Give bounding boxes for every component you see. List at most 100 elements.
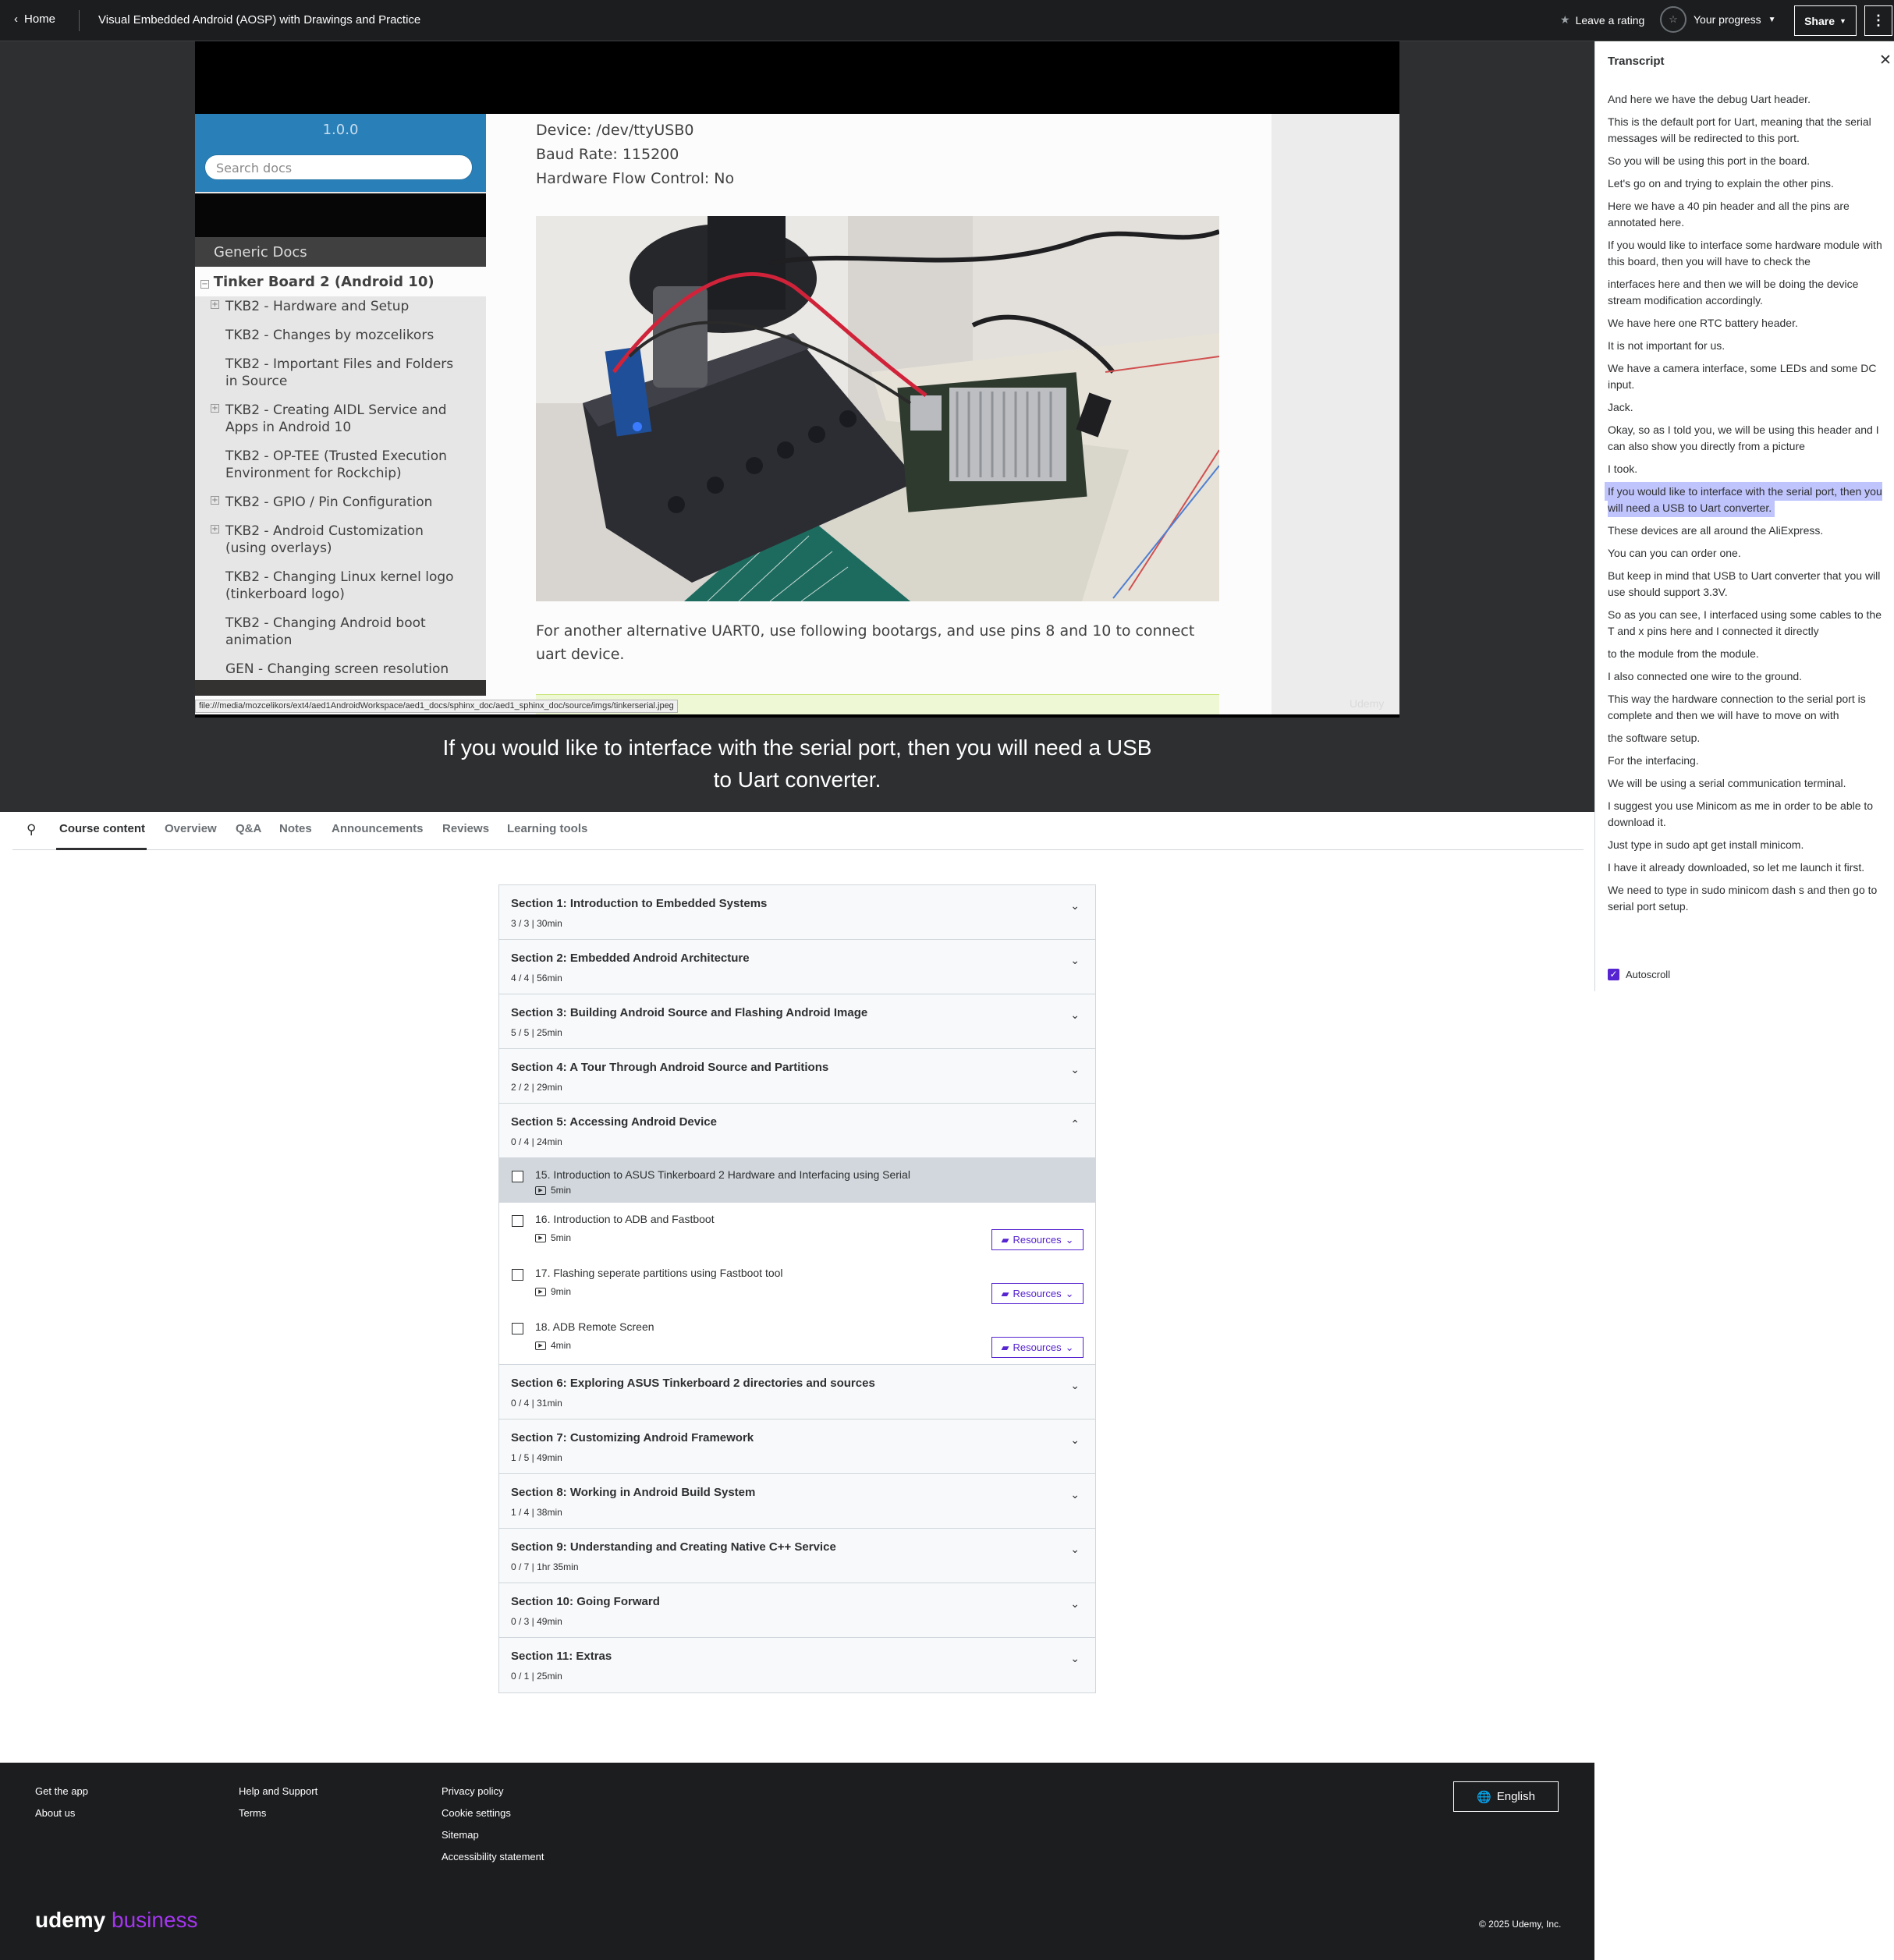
tab-announcements[interactable]: Announcements bbox=[332, 822, 424, 835]
tab-course-content[interactable]: Course content bbox=[59, 822, 145, 835]
tab-learning-tools[interactable]: Learning tools bbox=[507, 822, 587, 835]
resources-button[interactable]: ▰ Resources ⌄ bbox=[991, 1229, 1084, 1250]
more-options-button[interactable]: ⋮ bbox=[1864, 5, 1892, 36]
transcript-lines: And here we have the debug Uart header. T… bbox=[1608, 91, 1885, 921]
footer-link[interactable]: About us bbox=[35, 1807, 88, 1819]
section-header[interactable]: Section 10: Going Forward 0 / 3 | 49min ⌄ bbox=[499, 1583, 1095, 1638]
section-header[interactable]: Section 2: Embedded Android Architecture… bbox=[499, 940, 1095, 994]
lecture-checkbox[interactable] bbox=[512, 1269, 523, 1281]
transcript-line[interactable]: Jack. bbox=[1608, 399, 1885, 416]
lecture-item[interactable]: 18. ADB Remote Screen ▶ 4min ▰ Resources ⌄ bbox=[499, 1310, 1095, 1364]
hardware-photo bbox=[536, 216, 1219, 601]
footer-link[interactable]: Terms bbox=[239, 1807, 317, 1819]
docs-nav-item: + TKB2 - Hardware and Setup bbox=[195, 298, 486, 315]
folder-icon: ▰ bbox=[1001, 1341, 1009, 1353]
section-header[interactable]: Section 4: A Tour Through Android Source… bbox=[499, 1049, 1095, 1104]
resources-button[interactable]: ▰ Resources ⌄ bbox=[991, 1337, 1084, 1358]
section-header[interactable]: Section 5: Accessing Android Device 0 / 4… bbox=[499, 1104, 1095, 1158]
search-icon[interactable]: ⚲ bbox=[27, 822, 36, 838]
transcript-line[interactable]: For the interfacing. bbox=[1608, 753, 1885, 769]
rating-label: Leave a rating bbox=[1575, 13, 1645, 27]
language-button[interactable]: 🌐 English bbox=[1453, 1781, 1559, 1812]
footer-link[interactable]: Privacy policy bbox=[442, 1785, 544, 1797]
transcript-line[interactable]: I also connected one wire to the ground. bbox=[1608, 668, 1885, 685]
course-tabs: ⚲ Course content Overview Q&A Notes Anno… bbox=[12, 812, 1584, 850]
tab-qa[interactable]: Q&A bbox=[236, 822, 261, 835]
footer-link[interactable]: Get the app bbox=[35, 1785, 88, 1797]
transcript-line[interactable]: Okay, so as I told you, we will be using… bbox=[1608, 422, 1885, 455]
footer-link[interactable]: Accessibility statement bbox=[442, 1851, 544, 1863]
chevron-down-icon: ⌄ bbox=[1070, 1652, 1080, 1664]
transcript-line[interactable]: If you would like to interface with the … bbox=[1608, 484, 1885, 516]
transcript-line-text: I suggest you use Minicom as me in order… bbox=[1608, 799, 1874, 828]
transcript-line[interactable]: I suggest you use Minicom as me in order… bbox=[1608, 798, 1885, 831]
chevron-up-icon: ⌃ bbox=[1070, 1118, 1080, 1130]
footer-link[interactable]: Sitemap bbox=[442, 1829, 544, 1841]
footer-link[interactable]: Help and Support bbox=[239, 1785, 317, 1797]
leave-rating-button[interactable]: ★ Leave a rating bbox=[1560, 13, 1644, 27]
transcript-line[interactable]: We have here one RTC battery header. bbox=[1608, 315, 1885, 331]
transcript-line[interactable]: This way the hardware connection to the … bbox=[1608, 691, 1885, 724]
tab-overview[interactable]: Overview bbox=[165, 822, 217, 835]
transcript-line[interactable]: So as you can see, I interfaced using so… bbox=[1608, 607, 1885, 640]
footer-link[interactable]: Cookie settings bbox=[442, 1807, 544, 1819]
transcript-line[interactable]: So you will be using this port in the bo… bbox=[1608, 153, 1885, 169]
transcript-line[interactable]: Let's go on and trying to explain the ot… bbox=[1608, 175, 1885, 192]
section-meta: 1 / 5 | 49min bbox=[511, 1452, 562, 1463]
progress-button[interactable]: ☆ Your progress ▼ bbox=[1660, 6, 1776, 33]
course-title[interactable]: Visual Embedded Android (AOSP) with Draw… bbox=[98, 13, 420, 27]
autoscroll-toggle[interactable]: ✓ Autoscroll bbox=[1608, 969, 1670, 980]
logo-sub: business bbox=[112, 1908, 198, 1932]
lecture-checkbox[interactable] bbox=[512, 1215, 523, 1227]
transcript-line[interactable]: We will be using a serial communication … bbox=[1608, 775, 1885, 792]
section-header[interactable]: Section 1: Introduction to Embedded Syst… bbox=[499, 885, 1095, 940]
lecture-item[interactable]: 17. Flashing seperate partitions using F… bbox=[499, 1256, 1095, 1310]
transcript-line[interactable]: We have a camera interface, some LEDs an… bbox=[1608, 360, 1885, 393]
transcript-line-text: I took. bbox=[1608, 463, 1638, 475]
footer-column-3: Privacy policy Cookie settings Sitemap Acce… bbox=[442, 1785, 544, 1873]
transcript-line[interactable]: We need to type in sudo minicom dash s a… bbox=[1608, 882, 1885, 915]
transcript-line[interactable]: Here we have a 40 pin header and all the… bbox=[1608, 198, 1885, 231]
lecture-item[interactable]: 15. Introduction to ASUS Tinkerboard 2 H… bbox=[499, 1158, 1095, 1203]
transcript-line[interactable]: It is not important for us. bbox=[1608, 338, 1885, 354]
section-header[interactable]: Section 9: Understanding and Creating Na… bbox=[499, 1529, 1095, 1583]
transcript-line[interactable]: I took. bbox=[1608, 461, 1885, 477]
video-icon: ▶ bbox=[535, 1287, 546, 1296]
transcript-line[interactable]: These devices are all around the AliExpr… bbox=[1608, 523, 1885, 539]
share-button[interactable]: Share ▼ bbox=[1794, 5, 1857, 36]
transcript-line-text: I also connected one wire to the ground. bbox=[1608, 670, 1803, 682]
folder-icon: ▰ bbox=[1001, 1233, 1009, 1246]
section-title: Section 1: Introduction to Embedded Syst… bbox=[511, 897, 768, 910]
device-line: Device: /dev/ttyUSB0 bbox=[536, 122, 694, 139]
transcript-line[interactable]: You can you can order one. bbox=[1608, 545, 1885, 562]
transcript-line[interactable]: This is the default port for Uart, meani… bbox=[1608, 114, 1885, 147]
section-header[interactable]: Section 3: Building Android Source and F… bbox=[499, 994, 1095, 1049]
section-header[interactable]: Section 8: Working in Android Build Syst… bbox=[499, 1474, 1095, 1529]
docs-tinker-heading: − Tinker Board 2 (Android 10) bbox=[195, 267, 486, 296]
lecture-checkbox[interactable] bbox=[512, 1323, 523, 1334]
transcript-line[interactable]: If you would like to interface some hard… bbox=[1608, 237, 1885, 270]
transcript-line[interactable]: Just type in sudo apt get install minico… bbox=[1608, 837, 1885, 853]
transcript-line[interactable]: But keep in mind that USB to Uart conver… bbox=[1608, 568, 1885, 601]
transcript-line[interactable]: And here we have the debug Uart header. bbox=[1608, 91, 1885, 108]
section-header[interactable]: Section 6: Exploring ASUS Tinkerboard 2 … bbox=[499, 1365, 1095, 1419]
home-link[interactable]: ‹ Home bbox=[14, 12, 55, 26]
transcript-line[interactable]: interfaces here and then we will be doin… bbox=[1608, 276, 1885, 309]
udemy-business-logo[interactable]: udemy business bbox=[35, 1908, 198, 1933]
transcript-line[interactable]: the software setup. bbox=[1608, 730, 1885, 746]
tab-reviews[interactable]: Reviews bbox=[442, 822, 489, 835]
close-icon[interactable]: ✕ bbox=[1879, 51, 1892, 69]
section-header[interactable]: Section 7: Customizing Android Framework… bbox=[499, 1419, 1095, 1474]
checkbox-checked-icon[interactable]: ✓ bbox=[1608, 969, 1619, 980]
lecture-checkbox[interactable] bbox=[512, 1171, 523, 1182]
section-meta: 2 / 2 | 29min bbox=[511, 1082, 562, 1093]
transcript-line[interactable]: I have it already downloaded, so let me … bbox=[1608, 859, 1885, 876]
tab-notes[interactable]: Notes bbox=[279, 822, 312, 835]
resources-button[interactable]: ▰ Resources ⌄ bbox=[991, 1283, 1084, 1304]
section-title: Section 4: A Tour Through Android Source… bbox=[511, 1061, 829, 1074]
section-header[interactable]: Section 11: Extras 0 / 1 | 25min ⌄ bbox=[499, 1638, 1095, 1692]
transcript-line[interactable]: to the module from the module. bbox=[1608, 646, 1885, 662]
lecture-item[interactable]: 16. Introduction to ADB and Fastboot ▶ 5mi… bbox=[499, 1203, 1095, 1256]
transcript-line-text: For the interfacing. bbox=[1608, 754, 1699, 767]
docs-generic-link: Generic Docs bbox=[195, 237, 486, 267]
